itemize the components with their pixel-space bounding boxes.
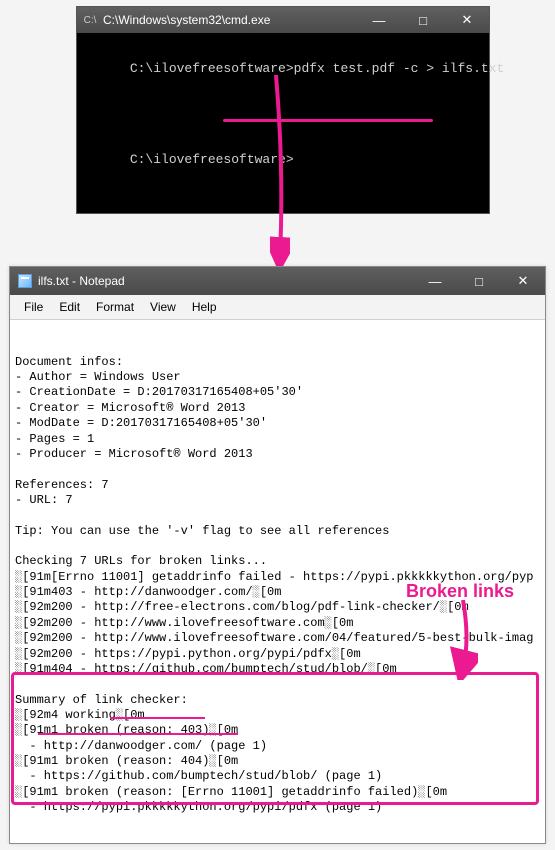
menu-file[interactable]: File <box>16 298 51 316</box>
cmd-prompt: C:\ilovefreesoftware> <box>130 152 294 167</box>
cmd-window: C:\ C:\Windows\system32\cmd.exe — □ ✕ C:… <box>76 6 490 214</box>
cmd-line: C:\ilovefreesoftware>pdfx test.pdf -c > … <box>83 39 483 120</box>
minimize-button[interactable]: — <box>357 7 401 33</box>
text-line: - Creator = Microsoft® Word 2013 <box>15 401 540 416</box>
text-line: - URL: 7 <box>15 493 540 508</box>
notepad-window: ilfs.txt - Notepad — □ ✕ File Edit Forma… <box>9 266 546 844</box>
minimize-button[interactable]: — <box>413 267 457 295</box>
text-line: Tip: You can use the '-v' flag to see al… <box>15 524 540 539</box>
command-underline-annotation <box>223 119 433 122</box>
text-line: - http://danwoodger.com/ (page 1) <box>15 739 540 754</box>
text-line: ░[91m1 broken (reason: 404)░[0m <box>15 754 540 769</box>
cmd-prompt: C:\ilovefreesoftware> <box>130 61 294 76</box>
text-line: ░[91m1 broken (reason: 403)░[0m <box>15 723 540 738</box>
text-line: ░[92m4 working░[0m <box>15 708 540 723</box>
text-line: Checking 7 URLs for broken links... <box>15 554 540 569</box>
notepad-titlebar[interactable]: ilfs.txt - Notepad — □ ✕ <box>10 267 545 295</box>
text-line: References: 7 <box>15 478 540 493</box>
menu-edit[interactable]: Edit <box>51 298 88 316</box>
text-line: Document infos: <box>15 355 540 370</box>
cmd-title: C:\Windows\system32\cmd.exe <box>103 13 357 27</box>
text-line: ░[92m200 - https://pypi.python.org/pypi/… <box>15 647 540 662</box>
maximize-button[interactable]: □ <box>457 267 501 295</box>
cmd-body[interactable]: C:\ilovefreesoftware>pdfx test.pdf -c > … <box>77 33 489 213</box>
maximize-button[interactable]: □ <box>401 7 445 33</box>
text-line: - https://github.com/bumptech/stud/blob/… <box>15 769 540 784</box>
text-line: - https://pypi.pkkkkkython.org/pypi/pdfx… <box>15 800 540 815</box>
window-controls: — □ ✕ <box>413 267 545 295</box>
notepad-body[interactable]: Document infos:- Author = Windows User- … <box>10 320 545 843</box>
menu-view[interactable]: View <box>142 298 184 316</box>
close-button[interactable]: ✕ <box>501 267 545 295</box>
cmd-titlebar[interactable]: C:\ C:\Windows\system32\cmd.exe — □ ✕ <box>77 7 489 33</box>
text-line: ░[91m1 broken (reason: [Errno 11001] get… <box>15 785 540 800</box>
menu-format[interactable]: Format <box>88 298 142 316</box>
menu-help[interactable]: Help <box>184 298 225 316</box>
text-line: - Pages = 1 <box>15 432 540 447</box>
text-line: ░[91m[Errno 11001] getaddrinfo failed - … <box>15 570 540 585</box>
text-line: ░[91m403 - http://danwoodger.com/░[0m <box>15 585 540 600</box>
cmd-line: C:\ilovefreesoftware> <box>83 130 483 190</box>
text-line: Summary of link checker: <box>15 693 540 708</box>
text-line <box>15 539 540 554</box>
window-controls: — □ ✕ <box>357 7 489 33</box>
close-button[interactable]: ✕ <box>445 7 489 33</box>
notepad-menu: File Edit Format View Help <box>10 295 545 320</box>
text-line <box>15 462 540 477</box>
text-line: - Producer = Microsoft® Word 2013 <box>15 447 540 462</box>
text-line: - ModDate = D:20170317165408+05'30' <box>15 416 540 431</box>
text-line: - Author = Windows User <box>15 370 540 385</box>
text-line: ░[92m200 - http://free-electrons.com/blo… <box>15 600 540 615</box>
text-line: ░[92m200 - http://www.ilovefreesoftware.… <box>15 631 540 646</box>
text-line: - CreationDate = D:20170317165408+05'30' <box>15 385 540 400</box>
text-line: ░[91m404 - https://github.com/bumptech/s… <box>15 662 540 677</box>
text-line <box>15 677 540 692</box>
text-line: ░[92m200 - http://www.ilovefreesoftware.… <box>15 616 540 631</box>
cmd-icon: C:\ <box>83 13 97 27</box>
cmd-command: pdfx test.pdf -c > ilfs.txt <box>294 61 505 76</box>
notepad-icon <box>18 274 32 288</box>
notepad-title: ilfs.txt - Notepad <box>38 274 413 288</box>
text-line <box>15 508 540 523</box>
